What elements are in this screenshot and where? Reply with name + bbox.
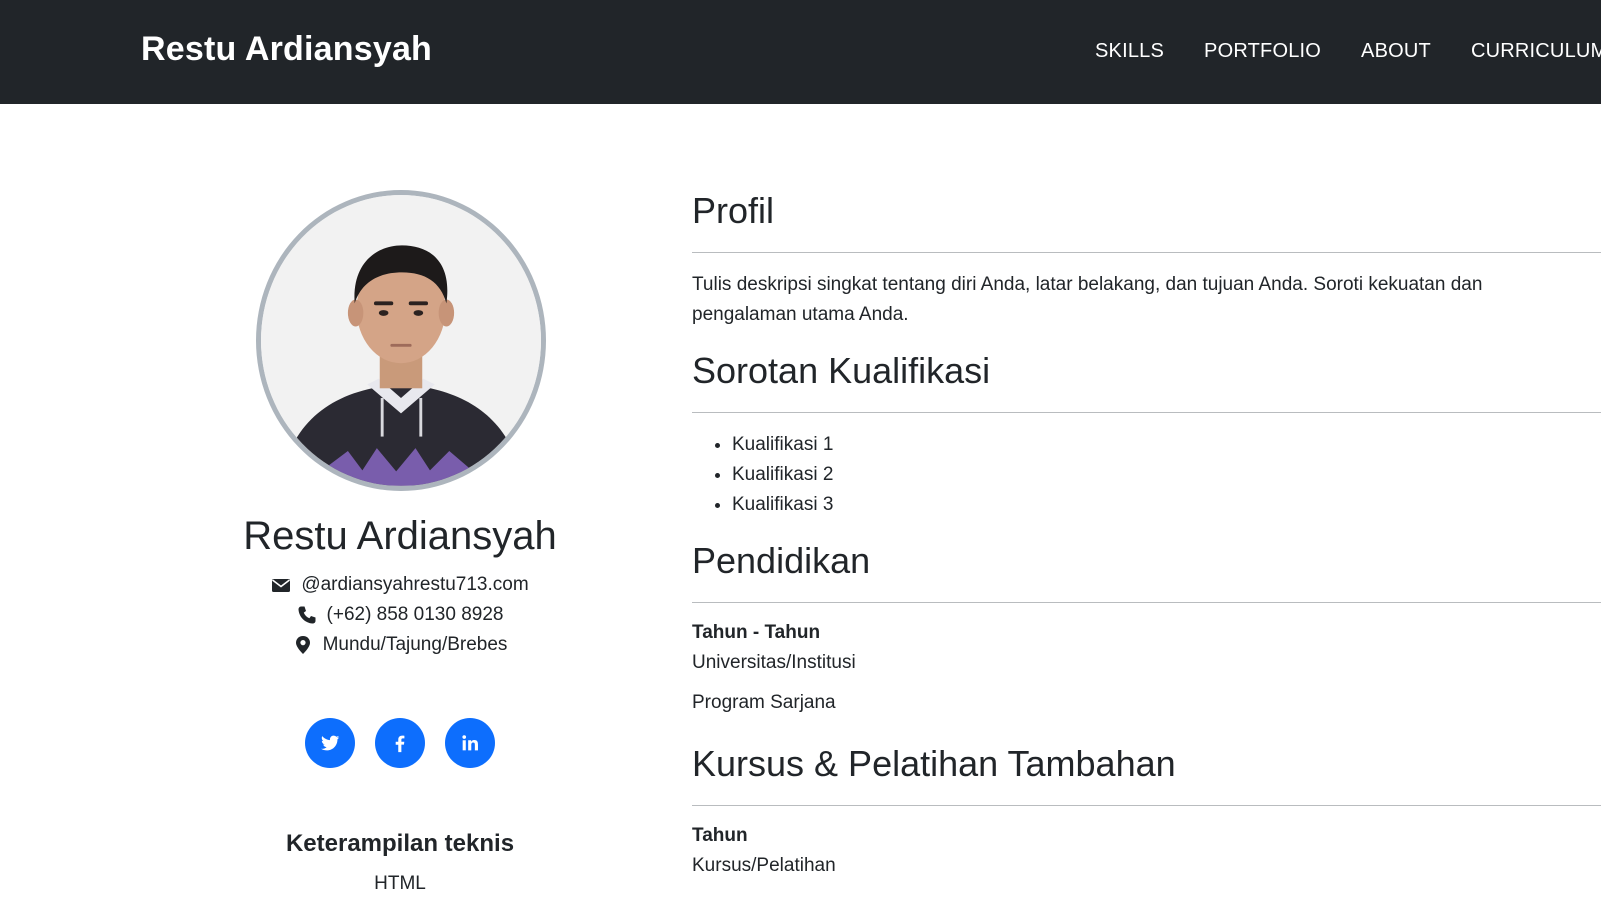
map-pin-icon — [295, 636, 310, 654]
qualifications-list: Kualifikasi 1 Kualifikasi 2 Kualifikasi … — [732, 430, 833, 520]
section-title-education: Pendidikan — [692, 540, 871, 581]
nav-links: SKILLS PORTFOLIO ABOUT CURRICULUM VITAE — [1095, 40, 1601, 63]
facebook-icon — [395, 735, 405, 753]
nav-link-curriculum-vitae[interactable]: CURRICULUM VITAE — [1471, 40, 1601, 63]
contact-location: Mundu/Tajung/Brebes — [200, 634, 600, 656]
education-years: Tahun - Tahun — [692, 622, 821, 643]
location-text: Mundu/Tajung/Brebes — [322, 634, 508, 655]
skills-title: Keterampilan teknis — [285, 830, 515, 857]
twitter-button[interactable] — [305, 718, 355, 768]
profile-photo — [261, 195, 541, 486]
section-title-qualifications: Sorotan Kualifikasi — [692, 350, 991, 391]
profile-name: Restu Ardiansyah — [243, 514, 557, 558]
divider — [692, 412, 1601, 413]
skill-item: HTML — [374, 873, 426, 894]
avatar — [256, 190, 546, 491]
profile-text: Tulis deskripsi singkat tentang diri And… — [692, 274, 1483, 325]
linkedin-button[interactable] — [445, 718, 495, 768]
course-year: Tahun — [692, 825, 748, 846]
list-item: Kualifikasi 1 — [732, 430, 833, 460]
divider — [692, 252, 1601, 253]
top-navbar: Restu Ardiansyah SKILLS PORTFOLIO ABOUT … — [0, 0, 1601, 104]
course-name: Kursus/Pelatihan — [692, 855, 836, 876]
social-links — [200, 718, 600, 768]
education-institution: Universitas/Institusi — [692, 652, 856, 673]
email-text: @ardiansyahrestu713.com — [301, 574, 529, 595]
section-title-profile: Profil — [692, 190, 775, 231]
brand-link[interactable]: Restu Ardiansyah — [141, 30, 432, 69]
twitter-icon — [321, 735, 340, 751]
nav-link-skills[interactable]: SKILLS — [1095, 40, 1164, 63]
nav-link-portfolio[interactable]: PORTFOLIO — [1204, 40, 1321, 63]
facebook-button[interactable] — [375, 718, 425, 768]
contact-phone: (+62) 858 0130 8928 — [200, 604, 600, 626]
divider — [692, 805, 1601, 806]
linkedin-icon — [462, 735, 478, 751]
nav-link-about[interactable]: ABOUT — [1361, 40, 1431, 63]
education-program: Program Sarjana — [692, 692, 836, 713]
list-item: Kualifikasi 3 — [732, 490, 833, 520]
phone-text: (+62) 858 0130 8928 — [326, 604, 504, 625]
envelope-icon — [272, 579, 291, 592]
list-item: Kualifikasi 2 — [732, 460, 833, 490]
divider — [692, 602, 1601, 603]
contact-email: @ardiansyahrestu713.com — [200, 574, 600, 596]
phone-icon — [298, 606, 316, 624]
section-title-courses: Kursus & Pelatihan Tambahan — [692, 743, 1176, 784]
